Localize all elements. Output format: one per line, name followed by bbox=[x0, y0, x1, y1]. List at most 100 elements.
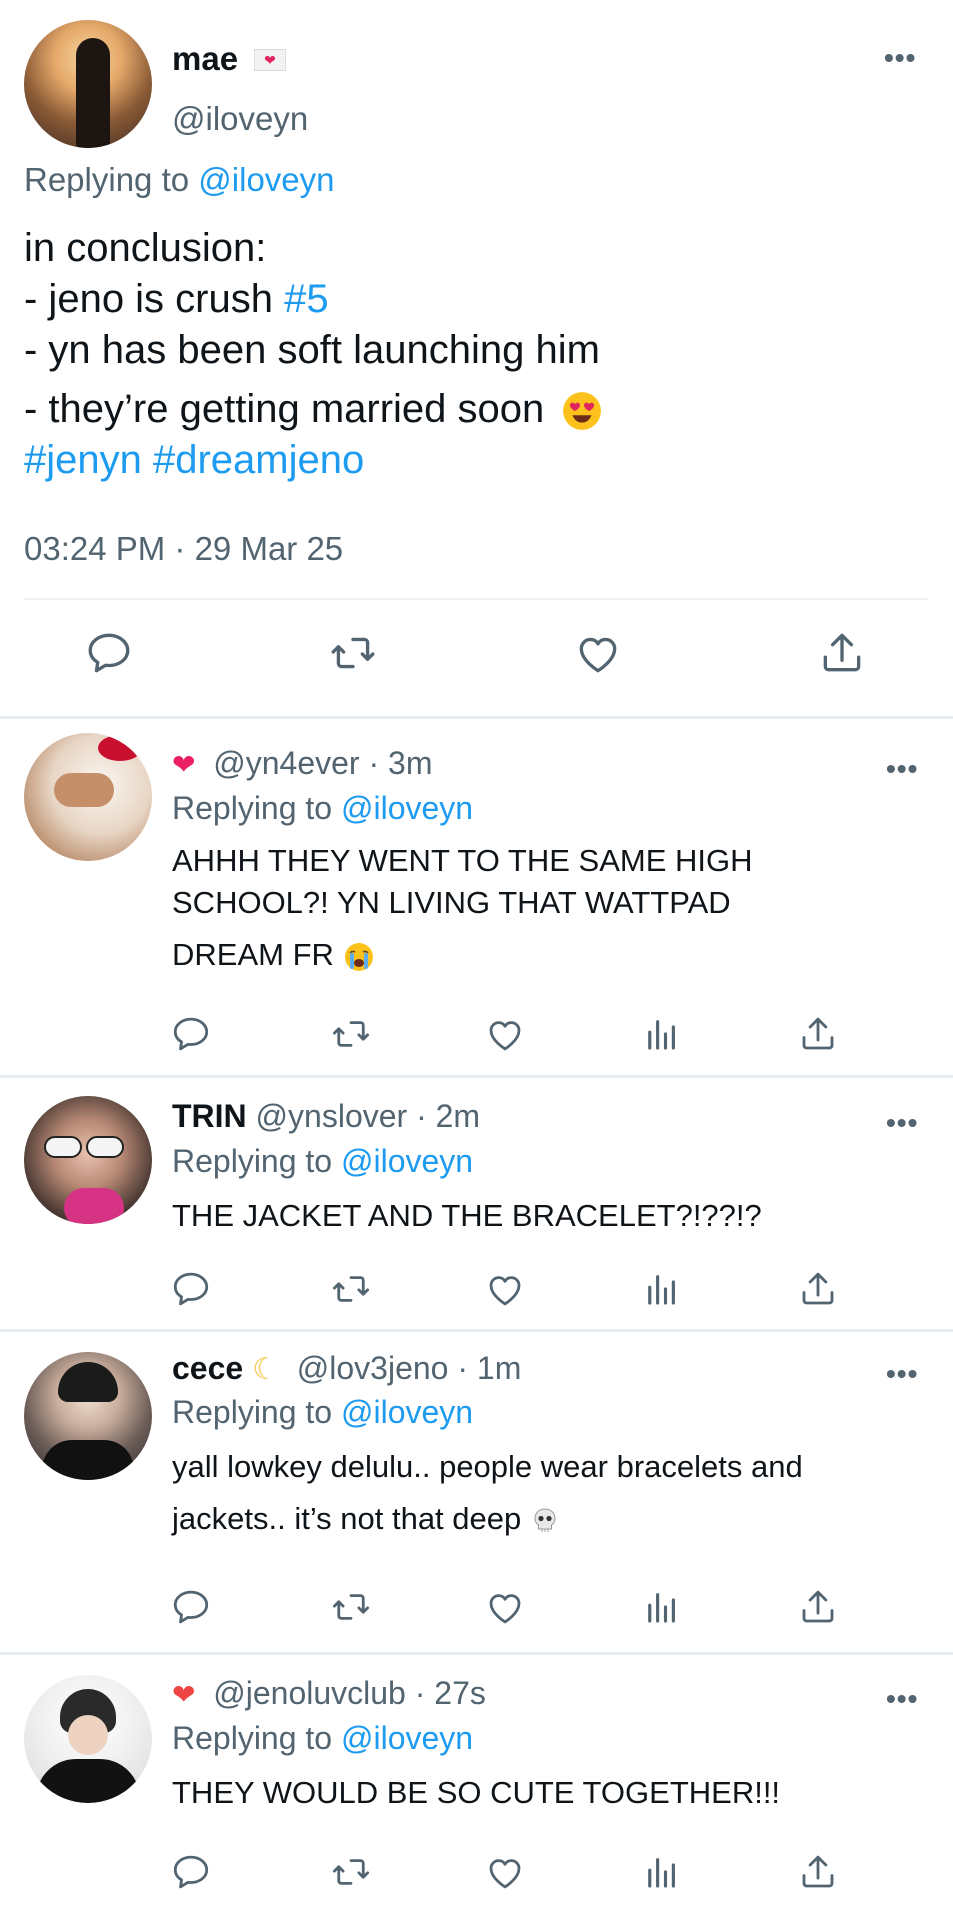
more-options-button[interactable]: ••• bbox=[886, 1685, 918, 1713]
share-icon[interactable] bbox=[797, 1586, 839, 1628]
reply-body: yall lowkey delulu.. people wear bracele… bbox=[172, 1441, 932, 1545]
like-icon[interactable] bbox=[484, 1586, 526, 1628]
avatar[interactable] bbox=[24, 733, 152, 861]
share-icon[interactable] bbox=[797, 1268, 839, 1310]
share-icon[interactable] bbox=[797, 1851, 839, 1893]
reply-body: THE JACKET AND THE BRACELET?!??!? bbox=[172, 1195, 932, 1237]
reply-handle[interactable]: @jenoluvclub bbox=[213, 1675, 406, 1711]
heart-eyes-emoji bbox=[563, 392, 602, 431]
reply-tweet: cece ☾ @lov3jeno · 1m ••• Replying to @i… bbox=[0, 1332, 953, 1652]
avatar[interactable] bbox=[24, 1675, 152, 1803]
heart-arrow-emoji: ❤ bbox=[172, 749, 196, 780]
reply-tweet: ❤ @jenoluvclub · 27s ••• Replying to @il… bbox=[0, 1655, 953, 1920]
more-options-button[interactable]: ••• bbox=[886, 755, 918, 783]
views-icon[interactable] bbox=[641, 1013, 683, 1055]
replying-handle-link[interactable]: @iloveyn bbox=[341, 1143, 473, 1179]
reply-handle[interactable]: @lov3jeno bbox=[297, 1350, 449, 1386]
reply-header: TRIN @ynslover · 2m bbox=[172, 1098, 480, 1135]
reply-tweet: TRIN @ynslover · 2m ••• Replying to @ilo… bbox=[0, 1078, 953, 1329]
reply-name[interactable]: TRIN bbox=[172, 1098, 247, 1134]
like-icon[interactable] bbox=[484, 1851, 526, 1893]
share-icon[interactable] bbox=[797, 1013, 839, 1055]
retweet-icon[interactable] bbox=[330, 1013, 372, 1055]
reply-line: jackets.. it’s not that deep bbox=[172, 1493, 932, 1545]
like-icon[interactable] bbox=[484, 1268, 526, 1310]
replying-prefix: Replying to bbox=[24, 161, 190, 198]
reply-line-text: jackets.. it’s not that deep bbox=[172, 1501, 522, 1536]
retweet-icon[interactable] bbox=[330, 1268, 372, 1310]
reply-line: THEY WOULD BE SO CUTE TOGETHER!!! bbox=[172, 1775, 781, 1810]
reply-time[interactable]: · 2m bbox=[416, 1098, 480, 1134]
envelope-heart-icon: ❤ bbox=[254, 49, 286, 71]
reply-time[interactable]: · 3m bbox=[368, 745, 432, 781]
replying-prefix: Replying to bbox=[172, 1143, 333, 1179]
replying-prefix: Replying to bbox=[172, 790, 333, 826]
reply-handle[interactable]: @yn4ever bbox=[213, 745, 359, 781]
like-icon[interactable] bbox=[573, 628, 623, 678]
reply-header: ❤ @jenoluvclub · 27s bbox=[172, 1675, 486, 1712]
divider bbox=[24, 598, 929, 600]
reply-name[interactable]: cece bbox=[172, 1350, 243, 1386]
skull-emoji bbox=[534, 1508, 556, 1532]
replying-handle-link[interactable]: @iloveyn bbox=[341, 1720, 473, 1756]
reply-line-text: DREAM FR bbox=[172, 937, 334, 972]
reply-actions bbox=[0, 1586, 953, 1632]
timestamp[interactable]: 03:24 PM · 29 Mar 25 bbox=[24, 530, 343, 568]
hashtags-line[interactable]: #jenyn #dreamjeno bbox=[24, 435, 924, 486]
views-icon[interactable] bbox=[641, 1268, 683, 1310]
replying-to: Replying to @iloveyn bbox=[172, 1720, 473, 1757]
reply-line: THE JACKET AND THE BRACELET?!??!? bbox=[172, 1198, 762, 1233]
reply-header: cece ☾ @lov3jeno · 1m bbox=[172, 1350, 521, 1387]
main-tweet: mae ❤ @iloveyn ••• Replying to @iloveyn … bbox=[0, 0, 953, 718]
retweet-icon[interactable] bbox=[330, 1851, 372, 1893]
views-icon[interactable] bbox=[641, 1586, 683, 1628]
reply-icon[interactable] bbox=[170, 1586, 212, 1628]
replying-handle-link[interactable]: @iloveyn bbox=[341, 790, 473, 826]
tweet-actions bbox=[0, 628, 953, 688]
tweet-line: - jeno is crush #5 bbox=[24, 274, 924, 325]
replying-handle-link[interactable]: @iloveyn bbox=[198, 161, 334, 198]
avatar[interactable] bbox=[24, 1096, 152, 1224]
crying-face-emoji bbox=[344, 942, 373, 971]
burning-heart-emoji: ❤ bbox=[172, 1679, 196, 1710]
hashtag-link[interactable]: #5 bbox=[284, 277, 329, 321]
more-options-button[interactable]: ••• bbox=[884, 44, 916, 72]
replying-handle-link[interactable]: @iloveyn bbox=[341, 1394, 473, 1430]
crescent-moon-emoji: ☾ bbox=[252, 1353, 279, 1386]
avatar[interactable] bbox=[24, 1352, 152, 1480]
reply-tweet: ❤ @yn4ever · 3m ••• Replying to @iloveyn… bbox=[0, 719, 953, 1075]
views-icon[interactable] bbox=[641, 1851, 683, 1893]
author-handle[interactable]: @iloveyn bbox=[172, 100, 308, 138]
tweet-line: - yn has been soft launching him bbox=[24, 328, 600, 372]
tweet-body: in conclusion: - jeno is crush #5 - yn h… bbox=[24, 223, 924, 486]
reply-actions bbox=[0, 1268, 953, 1314]
reply-icon[interactable] bbox=[170, 1851, 212, 1893]
more-options-button[interactable]: ••• bbox=[886, 1360, 918, 1388]
replying-to: Replying to @iloveyn bbox=[172, 1143, 473, 1180]
reply-actions bbox=[0, 1013, 953, 1059]
reply-line: AHHH THEY WENT TO THE SAME HIGH bbox=[172, 843, 753, 878]
reply-time[interactable]: · 1m bbox=[457, 1350, 521, 1386]
replying-to: Replying to @iloveyn bbox=[172, 790, 473, 827]
reply-body: THEY WOULD BE SO CUTE TOGETHER!!! bbox=[172, 1772, 932, 1814]
like-icon[interactable] bbox=[484, 1013, 526, 1055]
avatar[interactable] bbox=[24, 20, 152, 148]
reply-line: SCHOOL?! YN LIVING THAT WATTPAD bbox=[172, 885, 731, 920]
more-options-button[interactable]: ••• bbox=[886, 1109, 918, 1137]
replying-prefix: Replying to bbox=[172, 1394, 333, 1430]
share-icon[interactable] bbox=[817, 628, 867, 678]
tweet-line: - they’re getting married soon bbox=[24, 384, 924, 435]
reply-handle[interactable]: @ynslover bbox=[256, 1098, 408, 1134]
reply-line: yall lowkey delulu.. people wear bracele… bbox=[172, 1449, 803, 1484]
author-name[interactable]: mae bbox=[172, 40, 238, 78]
retweet-icon[interactable] bbox=[328, 628, 378, 678]
reply-actions bbox=[0, 1851, 953, 1897]
reply-icon[interactable] bbox=[84, 628, 134, 678]
reply-time[interactable]: · 27s bbox=[415, 1675, 486, 1711]
reply-icon[interactable] bbox=[170, 1268, 212, 1310]
replying-to: Replying to @iloveyn bbox=[172, 1394, 473, 1431]
tweet-line-text: - they’re getting married soon bbox=[24, 387, 545, 431]
retweet-icon[interactable] bbox=[330, 1586, 372, 1628]
reply-icon[interactable] bbox=[170, 1013, 212, 1055]
replying-to: Replying to @iloveyn bbox=[24, 161, 335, 199]
